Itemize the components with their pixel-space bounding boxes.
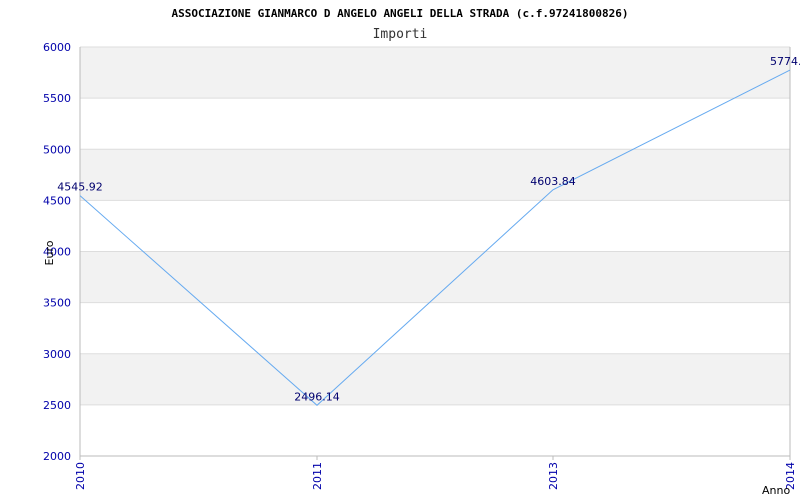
data-label: 4603.84	[530, 175, 576, 188]
y-tick-label: 2000	[43, 450, 71, 463]
background-band	[80, 149, 790, 201]
x-tick-label: 2010	[74, 462, 87, 490]
x-tick-labels: 2010 2011 2013 2014	[74, 462, 797, 490]
line-chart: 200025003000350040004500500055006000 201…	[43, 7, 800, 497]
chart-container: 2000 2500 3000 3500 4000 4500 5000 5500 6000 201…	[0, 0, 800, 500]
y-tick-label: 6000	[43, 41, 71, 54]
y-tick-label: 2500	[43, 399, 71, 412]
y-tick-label: 4500	[43, 194, 71, 207]
background-band	[80, 353, 790, 405]
data-label: 2496.14	[294, 390, 340, 403]
background-band	[80, 404, 790, 456]
y-tick-label: 3500	[43, 297, 71, 310]
y-axis-label: Euro	[43, 240, 56, 265]
chart-title: ASSOCIAZIONE GIANMARCO D ANGELO ANGELI D…	[172, 7, 629, 20]
background-band	[80, 302, 790, 354]
background-band	[80, 200, 790, 252]
y-tick-label: 5500	[43, 92, 71, 105]
background-band	[80, 251, 790, 303]
y-tick-label: 5000	[43, 143, 71, 156]
x-tick-label: 2011	[311, 462, 324, 490]
background-band	[80, 47, 790, 99]
data-label: 4545.92	[57, 181, 103, 194]
chart-subtitle: Importi	[373, 27, 428, 42]
y-tick-label: 3000	[43, 348, 71, 361]
x-axis-label: Anno	[762, 484, 790, 497]
x-tick-label: 2013	[547, 462, 560, 490]
data-label: 5774.9	[770, 55, 800, 68]
